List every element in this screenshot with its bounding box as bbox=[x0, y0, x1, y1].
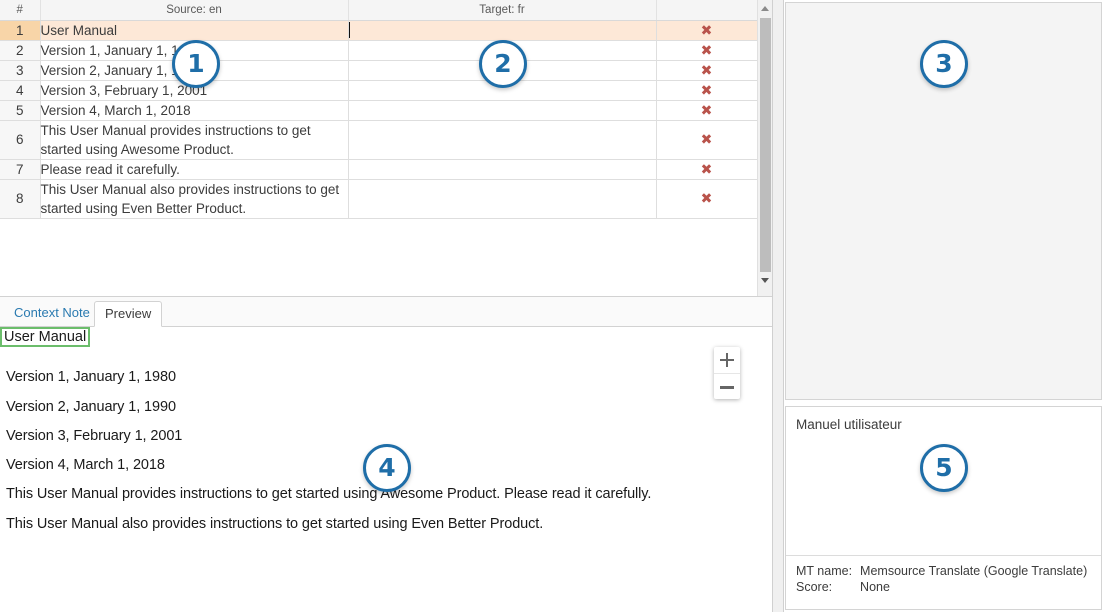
x-icon[interactable]: ✖ bbox=[701, 44, 713, 58]
x-icon[interactable]: ✖ bbox=[701, 84, 713, 98]
grid-vertical-scrollbar[interactable] bbox=[757, 0, 772, 296]
segment-source-text[interactable]: This User Manual provides instructions t… bbox=[40, 120, 348, 159]
editor-left-column: # Source: en Target: fr 1User Manual✖2Ve… bbox=[0, 0, 772, 612]
x-icon[interactable]: ✖ bbox=[701, 64, 713, 78]
segment-target-input[interactable] bbox=[348, 179, 656, 218]
segment-number: 3 bbox=[0, 60, 40, 80]
scroll-down-arrow-icon[interactable] bbox=[758, 272, 772, 288]
preview-line: Version 2, January 1, 1990 bbox=[6, 399, 176, 415]
cat-pane-column: Manuel utilisateur MT name: Memsource Tr… bbox=[785, 0, 1104, 612]
annotation-marker-4: 4 bbox=[363, 444, 411, 492]
preview-line: Version 1, January 1, 1980 bbox=[6, 369, 176, 385]
translation-editor-screen: # Source: en Target: fr 1User Manual✖2Ve… bbox=[0, 0, 1104, 612]
x-icon[interactable]: ✖ bbox=[701, 104, 713, 118]
segment-source-text[interactable]: This User Manual also provides instructi… bbox=[40, 179, 348, 218]
header-row: # Source: en Target: fr bbox=[0, 0, 757, 20]
segment-number: 5 bbox=[0, 100, 40, 120]
segment-number: 7 bbox=[0, 159, 40, 179]
segment-number: 8 bbox=[0, 179, 40, 218]
machine-translation-panel: Manuel utilisateur MT name: Memsource Tr… bbox=[785, 406, 1102, 610]
annotation-marker-2: 2 bbox=[479, 40, 527, 88]
segment-target-input[interactable] bbox=[348, 159, 656, 179]
tab-preview[interactable]: Preview bbox=[94, 301, 162, 327]
column-header-target: Target: fr bbox=[348, 0, 656, 20]
segment-table: # Source: en Target: fr 1User Manual✖2Ve… bbox=[0, 0, 757, 219]
segment-source-text[interactable]: User Manual bbox=[40, 20, 348, 40]
segment-grid: # Source: en Target: fr 1User Manual✖2Ve… bbox=[0, 0, 772, 296]
segment-target-input[interactable] bbox=[348, 120, 656, 159]
mt-name-value: Memsource Translate (Google Translate) bbox=[860, 564, 1087, 580]
zoom-out-icon[interactable] bbox=[714, 373, 740, 399]
segment-number: 6 bbox=[0, 120, 40, 159]
mt-name-row: MT name: Memsource Translate (Google Tra… bbox=[796, 564, 1087, 580]
segment-confirm-cell[interactable]: ✖ bbox=[656, 100, 757, 120]
mt-result-text: Manuel utilisateur bbox=[796, 417, 1091, 432]
segment-row[interactable]: 8This User Manual also provides instruct… bbox=[0, 179, 757, 218]
segment-number: 2 bbox=[0, 40, 40, 60]
mt-score-label: Score: bbox=[796, 580, 860, 596]
segment-confirm-cell[interactable]: ✖ bbox=[656, 40, 757, 60]
preview-line: Version 4, March 1, 2018 bbox=[6, 457, 165, 473]
segment-source-text[interactable]: Version 4, March 1, 2018 bbox=[40, 100, 348, 120]
segment-number: 4 bbox=[0, 80, 40, 100]
segment-confirm-cell[interactable]: ✖ bbox=[656, 60, 757, 80]
segment-confirm-cell[interactable]: ✖ bbox=[656, 179, 757, 218]
bottom-tab-strip: Context Note Preview bbox=[0, 296, 772, 327]
segment-number: 1 bbox=[0, 20, 40, 40]
x-icon[interactable]: ✖ bbox=[701, 163, 713, 177]
preview-title-highlight: User Manual bbox=[0, 327, 90, 347]
scrollbar-thumb[interactable] bbox=[760, 18, 771, 273]
preview-line: This User Manual provides instructions t… bbox=[6, 486, 651, 502]
segment-source-text[interactable]: Please read it carefully. bbox=[40, 159, 348, 179]
preview-line: This User Manual also provides instructi… bbox=[6, 516, 543, 532]
mt-score-row: Score: None bbox=[796, 580, 1087, 596]
x-icon[interactable]: ✖ bbox=[701, 192, 713, 206]
segment-confirm-cell[interactable]: ✖ bbox=[656, 120, 757, 159]
segment-row[interactable]: 4Version 3, February 1, 2001✖ bbox=[0, 80, 757, 100]
segment-row[interactable]: 7Please read it carefully. ✖ bbox=[0, 159, 757, 179]
x-icon[interactable]: ✖ bbox=[701, 24, 713, 38]
segment-table-header: # Source: en Target: fr bbox=[0, 0, 757, 20]
zoom-in-icon[interactable] bbox=[714, 347, 740, 373]
mt-metadata-footer: MT name: Memsource Translate (Google Tra… bbox=[786, 555, 1101, 609]
segment-confirm-cell[interactable]: ✖ bbox=[656, 20, 757, 40]
annotation-marker-1: 1 bbox=[172, 40, 220, 88]
segment-confirm-cell[interactable]: ✖ bbox=[656, 80, 757, 100]
preview-line: Version 3, February 1, 2001 bbox=[6, 428, 182, 444]
column-header-number: # bbox=[0, 0, 40, 20]
segment-target-input[interactable] bbox=[348, 20, 656, 40]
column-header-controls bbox=[656, 0, 757, 20]
x-icon[interactable]: ✖ bbox=[701, 133, 713, 147]
preview-zoom-controls bbox=[714, 347, 740, 399]
mt-name-label: MT name: bbox=[796, 564, 860, 580]
annotation-marker-3: 3 bbox=[920, 40, 968, 88]
segment-confirm-cell[interactable]: ✖ bbox=[656, 159, 757, 179]
segment-target-input[interactable] bbox=[348, 100, 656, 120]
scroll-up-arrow-icon[interactable] bbox=[758, 0, 772, 16]
segment-table-body: 1User Manual✖2Version 1, January 1, 1980… bbox=[0, 20, 757, 218]
column-header-source: Source: en bbox=[40, 0, 348, 20]
segment-row[interactable]: 3Version 2, January 1, 1990✖ bbox=[0, 60, 757, 80]
segment-row[interactable]: 6This User Manual provides instructions … bbox=[0, 120, 757, 159]
segment-row[interactable]: 2Version 1, January 1, 1980✖ bbox=[0, 40, 757, 60]
segment-row[interactable]: 1User Manual ✖ bbox=[0, 20, 757, 40]
mt-score-value: None bbox=[860, 580, 1087, 596]
text-caret bbox=[349, 22, 350, 38]
vertical-splitter[interactable] bbox=[772, 0, 784, 612]
tab-context-note[interactable]: Context Note bbox=[4, 301, 100, 327]
segment-row[interactable]: 5Version 4, March 1, 2018 ✖ bbox=[0, 100, 757, 120]
annotation-marker-5: 5 bbox=[920, 444, 968, 492]
